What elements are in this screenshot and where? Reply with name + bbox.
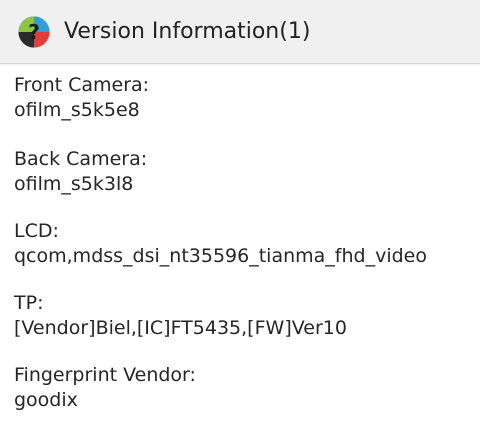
info-value: goodix bbox=[14, 389, 78, 411]
info-item-back-camera: Back Camera: ofilm_s5k3l8 bbox=[14, 147, 474, 197]
info-value: [Vendor]Biel,[IC]FT5435,[FW]Ver10 bbox=[14, 317, 347, 339]
info-value: ofilm_s5k3l8 bbox=[14, 173, 134, 195]
page-title: Version Information(1) bbox=[64, 19, 311, 44]
title-bar: ? Version Information(1) bbox=[0, 0, 480, 64]
info-label: Front Camera: bbox=[14, 74, 150, 96]
info-label: TP: bbox=[14, 292, 44, 314]
info-item-tp: TP: [Vendor]Biel,[IC]FT5435,[FW]Ver10 bbox=[14, 291, 474, 341]
info-label: Back Camera: bbox=[14, 148, 148, 170]
info-label: Fingerprint Vendor: bbox=[14, 364, 196, 386]
question-mark-icon: ? bbox=[18, 16, 50, 48]
info-item-lcd: LCD: qcom,mdss_dsi_nt35596_tianma_fhd_vi… bbox=[14, 219, 474, 269]
info-label: LCD: bbox=[14, 220, 59, 242]
info-value: ofilm_s5k5e8 bbox=[14, 99, 140, 121]
info-item-fingerprint-vendor: Fingerprint Vendor: goodix bbox=[14, 363, 474, 413]
info-value: qcom,mdss_dsi_nt35596_tianma_fhd_video bbox=[14, 245, 427, 267]
info-item-front-camera: Front Camera: ofilm_s5k5e8 bbox=[14, 73, 474, 123]
svg-text:?: ? bbox=[28, 20, 40, 44]
